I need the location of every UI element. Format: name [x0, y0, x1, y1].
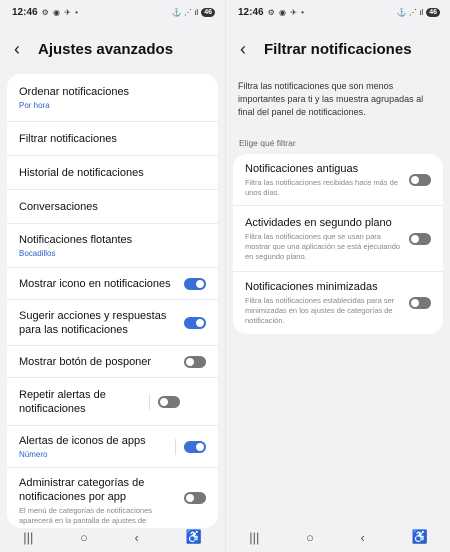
item-title: Conversaciones [19, 200, 98, 213]
item-subtitle: Número [19, 450, 48, 459]
item-title: Ordenar notificaciones [19, 86, 130, 98]
settings-list: Ordenar notificaciones Por hora Filtrar … [7, 74, 218, 528]
repeat-alerts-item[interactable]: Repetir alertas de notificaciones [7, 378, 218, 426]
accessibility-icon[interactable]: ♿ [185, 529, 201, 545]
manage-categories-item[interactable]: Administrar categorías de notificaciones… [7, 468, 218, 528]
screen-header: ‹ Filtrar notificaciones [226, 24, 450, 74]
item-description: Filtra las notificaciones que se usan pa… [245, 231, 401, 261]
recents-button[interactable]: ||| [23, 530, 33, 545]
page-title: Ajustes avanzados [38, 40, 174, 58]
filter-notifications-screen: 12:46 ⚙ ◉ ✈ • ⚓ ⋰ ıl 46 ‹ Filtrar notifi… [225, 0, 450, 552]
item-title: Filtrar notificaciones [19, 132, 117, 145]
advanced-settings-screen: 12:46 ⚙ ◉ ✈ • ⚓ ⋰ ıl 46 ‹ Ajustes avanza… [0, 0, 225, 552]
old-notifications-item[interactable]: Notificaciones antiguas Filtra las notif… [233, 154, 443, 206]
repeat-alerts-toggle[interactable] [158, 395, 180, 408]
item-description: Filtra las notificaciones establecidas p… [245, 296, 395, 325]
filter-options-list: Notificaciones antiguas Filtra las notif… [233, 154, 443, 334]
suggest-actions-item[interactable]: Sugerir acciones y respuestas para las n… [7, 300, 218, 346]
sort-notifications-item[interactable]: Ordenar notificaciones Por hora [7, 74, 218, 122]
item-title: Alertas de iconos de apps [19, 435, 146, 447]
battery-icon: 46 [426, 7, 440, 17]
suggest-actions-toggle[interactable] [184, 316, 206, 329]
battery-icon: 46 [201, 7, 215, 17]
item-title: Mostrar botón de posponer [19, 355, 152, 368]
item-title: Notificaciones minimizadas [245, 281, 378, 293]
vertical-divider [149, 393, 150, 410]
background-activities-toggle[interactable] [409, 232, 431, 245]
screen-header: ‹ Ajustes avanzados [0, 24, 225, 74]
show-icon-toggle[interactable] [184, 277, 206, 290]
manage-categories-toggle[interactable] [184, 492, 206, 504]
navigation-bar: ||| ○ ‹ ♿ [226, 522, 450, 552]
item-title: Mostrar icono en notificaciones [19, 277, 171, 290]
recents-button[interactable]: ||| [249, 530, 259, 545]
item-title: Notificaciones antiguas [245, 162, 359, 175]
minimized-notifications-toggle[interactable] [409, 297, 431, 309]
home-button[interactable]: ○ [306, 530, 314, 545]
app-icon-badges-toggle[interactable] [184, 440, 206, 453]
status-time: 12:46 [12, 6, 38, 18]
old-notifications-toggle[interactable] [409, 173, 431, 186]
background-activities-item[interactable]: Actividades en segundo plano Filtra las … [233, 206, 443, 272]
status-time: 12:46 [238, 6, 264, 18]
item-title: Sugerir acciones y respuestas para las n… [19, 309, 167, 336]
status-notification-icons: ⚙ ◉ ✈ • [41, 7, 79, 17]
minimized-notifications-item[interactable]: Notificaciones minimizadas Filtra las no… [233, 272, 443, 334]
item-subtitle: Bocadillos [19, 249, 56, 258]
filter-notifications-item[interactable]: Filtrar notificaciones [7, 122, 218, 156]
home-button[interactable]: ○ [80, 530, 88, 545]
page-title: Filtrar notificaciones [264, 40, 412, 58]
back-arrow-icon[interactable]: ‹ [14, 40, 36, 58]
filter-description: Filtra las notificaciones que son menos … [238, 81, 424, 117]
snooze-button-toggle[interactable] [184, 355, 206, 368]
accessibility-icon[interactable]: ♿ [411, 529, 427, 545]
notification-history-item[interactable]: Historial de notificaciones [7, 156, 218, 190]
app-icon-badges-item[interactable]: Alertas de iconos de apps Número [7, 426, 218, 468]
item-title: Historial de notificaciones [19, 166, 144, 179]
signal-icon: ⚓ ⋰ ıl [171, 7, 199, 17]
section-label: Elige qué filtrar [239, 138, 296, 148]
item-description: Filtra las notificaciones recibidas hace… [245, 177, 398, 197]
item-title: Administrar categorías de notificaciones… [19, 477, 145, 503]
status-bar: 12:46 ⚙ ◉ ✈ • ⚓ ⋰ ıl 46 [226, 0, 450, 24]
navigation-bar: ||| ○ ‹ ♿ [0, 522, 225, 552]
status-notification-icons: ⚙ ◉ ✈ • [267, 7, 305, 17]
floating-notifications-item[interactable]: Notificaciones flotantes Bocadillos [7, 224, 218, 268]
item-title: Actividades en segundo plano [245, 216, 392, 229]
item-subtitle: Por hora [19, 101, 50, 110]
item-title: Notificaciones flotantes [19, 234, 133, 246]
conversations-item[interactable]: Conversaciones [7, 190, 218, 224]
back-arrow-icon[interactable]: ‹ [240, 40, 262, 58]
snooze-button-item[interactable]: Mostrar botón de posponer [7, 346, 218, 378]
vertical-divider [175, 438, 176, 455]
item-title: Repetir alertas de notificaciones [19, 388, 106, 415]
signal-icon: ⚓ ⋰ ıl [396, 7, 424, 17]
show-icon-item[interactable]: Mostrar icono en notificaciones [7, 268, 218, 300]
back-button[interactable]: ‹ [135, 530, 139, 545]
back-button[interactable]: ‹ [361, 530, 365, 545]
status-bar: 12:46 ⚙ ◉ ✈ • ⚓ ⋰ ıl 46 [0, 0, 225, 24]
